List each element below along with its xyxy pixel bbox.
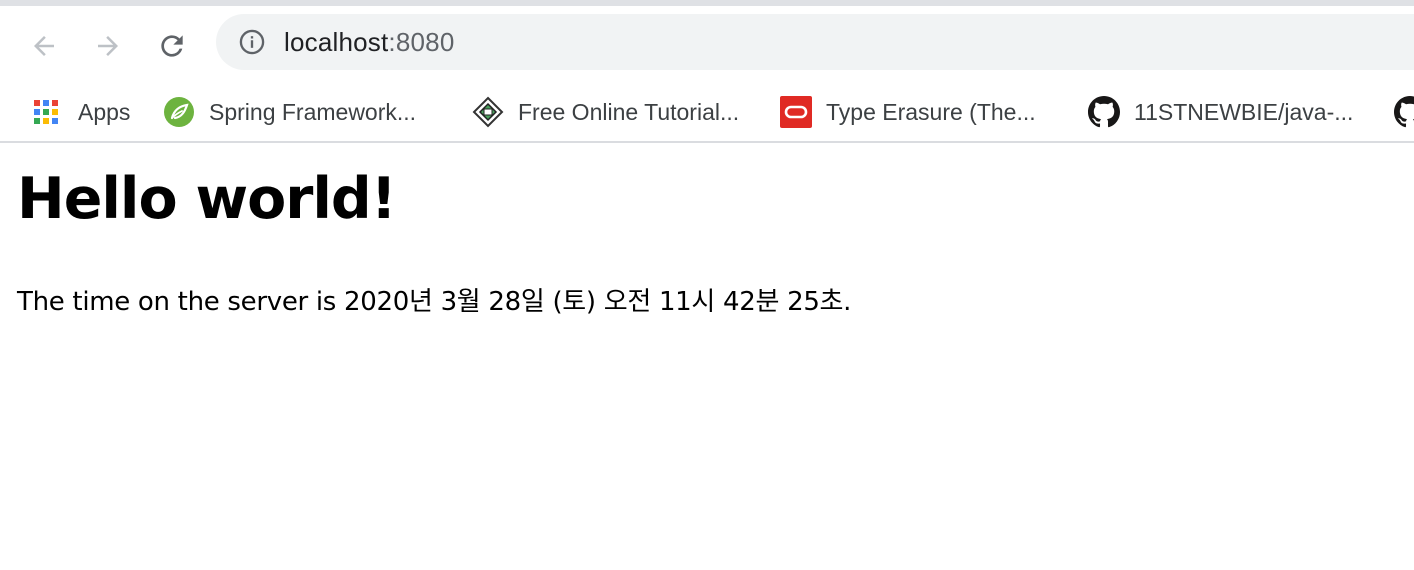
bookmark-type-erasure[interactable]: Type Erasure (The... bbox=[780, 94, 1036, 130]
github-icon bbox=[1088, 96, 1120, 128]
bookmark-github-cutoff[interactable] bbox=[1394, 94, 1414, 130]
server-time-text: The time on the server is 2020년 3월 28일 (… bbox=[17, 287, 852, 317]
back-button[interactable] bbox=[24, 26, 64, 66]
bookmarks-bar: Apps Spring Framework... Free Online Tut… bbox=[0, 80, 1414, 143]
bookmark-free-online-tutorials[interactable]: Free Online Tutorial... bbox=[472, 94, 739, 130]
site-info-icon[interactable] bbox=[238, 28, 266, 56]
github-icon bbox=[1394, 96, 1414, 128]
bookmark-label: Apps bbox=[78, 98, 131, 125]
forward-button[interactable] bbox=[88, 26, 128, 66]
arrow-right-icon bbox=[98, 36, 118, 56]
bookmark-label: Type Erasure (The... bbox=[826, 98, 1036, 125]
oracle-icon bbox=[780, 96, 812, 128]
page-heading: Hello world! bbox=[17, 166, 397, 232]
bookmark-apps[interactable]: Apps bbox=[30, 94, 130, 130]
url-port: :8080 bbox=[388, 26, 455, 57]
bookmark-spring-framework[interactable]: Spring Framework... bbox=[163, 94, 416, 130]
reload-button[interactable] bbox=[152, 26, 192, 66]
address-url: localhost:8080 bbox=[284, 27, 455, 58]
bookmark-label: Spring Framework... bbox=[209, 98, 417, 125]
bookmark-label: 11STNEWBIE/java-... bbox=[1134, 98, 1354, 125]
url-host: localhost bbox=[284, 26, 389, 57]
page-content: Hello world! The time on the server is 2… bbox=[0, 143, 1414, 334]
apps-grid-icon bbox=[30, 96, 62, 128]
bookmark-github-repo[interactable]: 11STNEWBIE/java-... bbox=[1088, 94, 1353, 130]
tutorial-logo-icon bbox=[472, 96, 504, 128]
reload-icon bbox=[161, 35, 183, 57]
arrow-left-icon bbox=[34, 36, 54, 56]
bookmark-label: Free Online Tutorial... bbox=[518, 98, 740, 125]
spring-leaf-icon bbox=[163, 96, 195, 128]
address-bar[interactable]: localhost:8080 bbox=[216, 14, 1414, 70]
browser-toolbar: localhost:8080 bbox=[0, 6, 1414, 80]
